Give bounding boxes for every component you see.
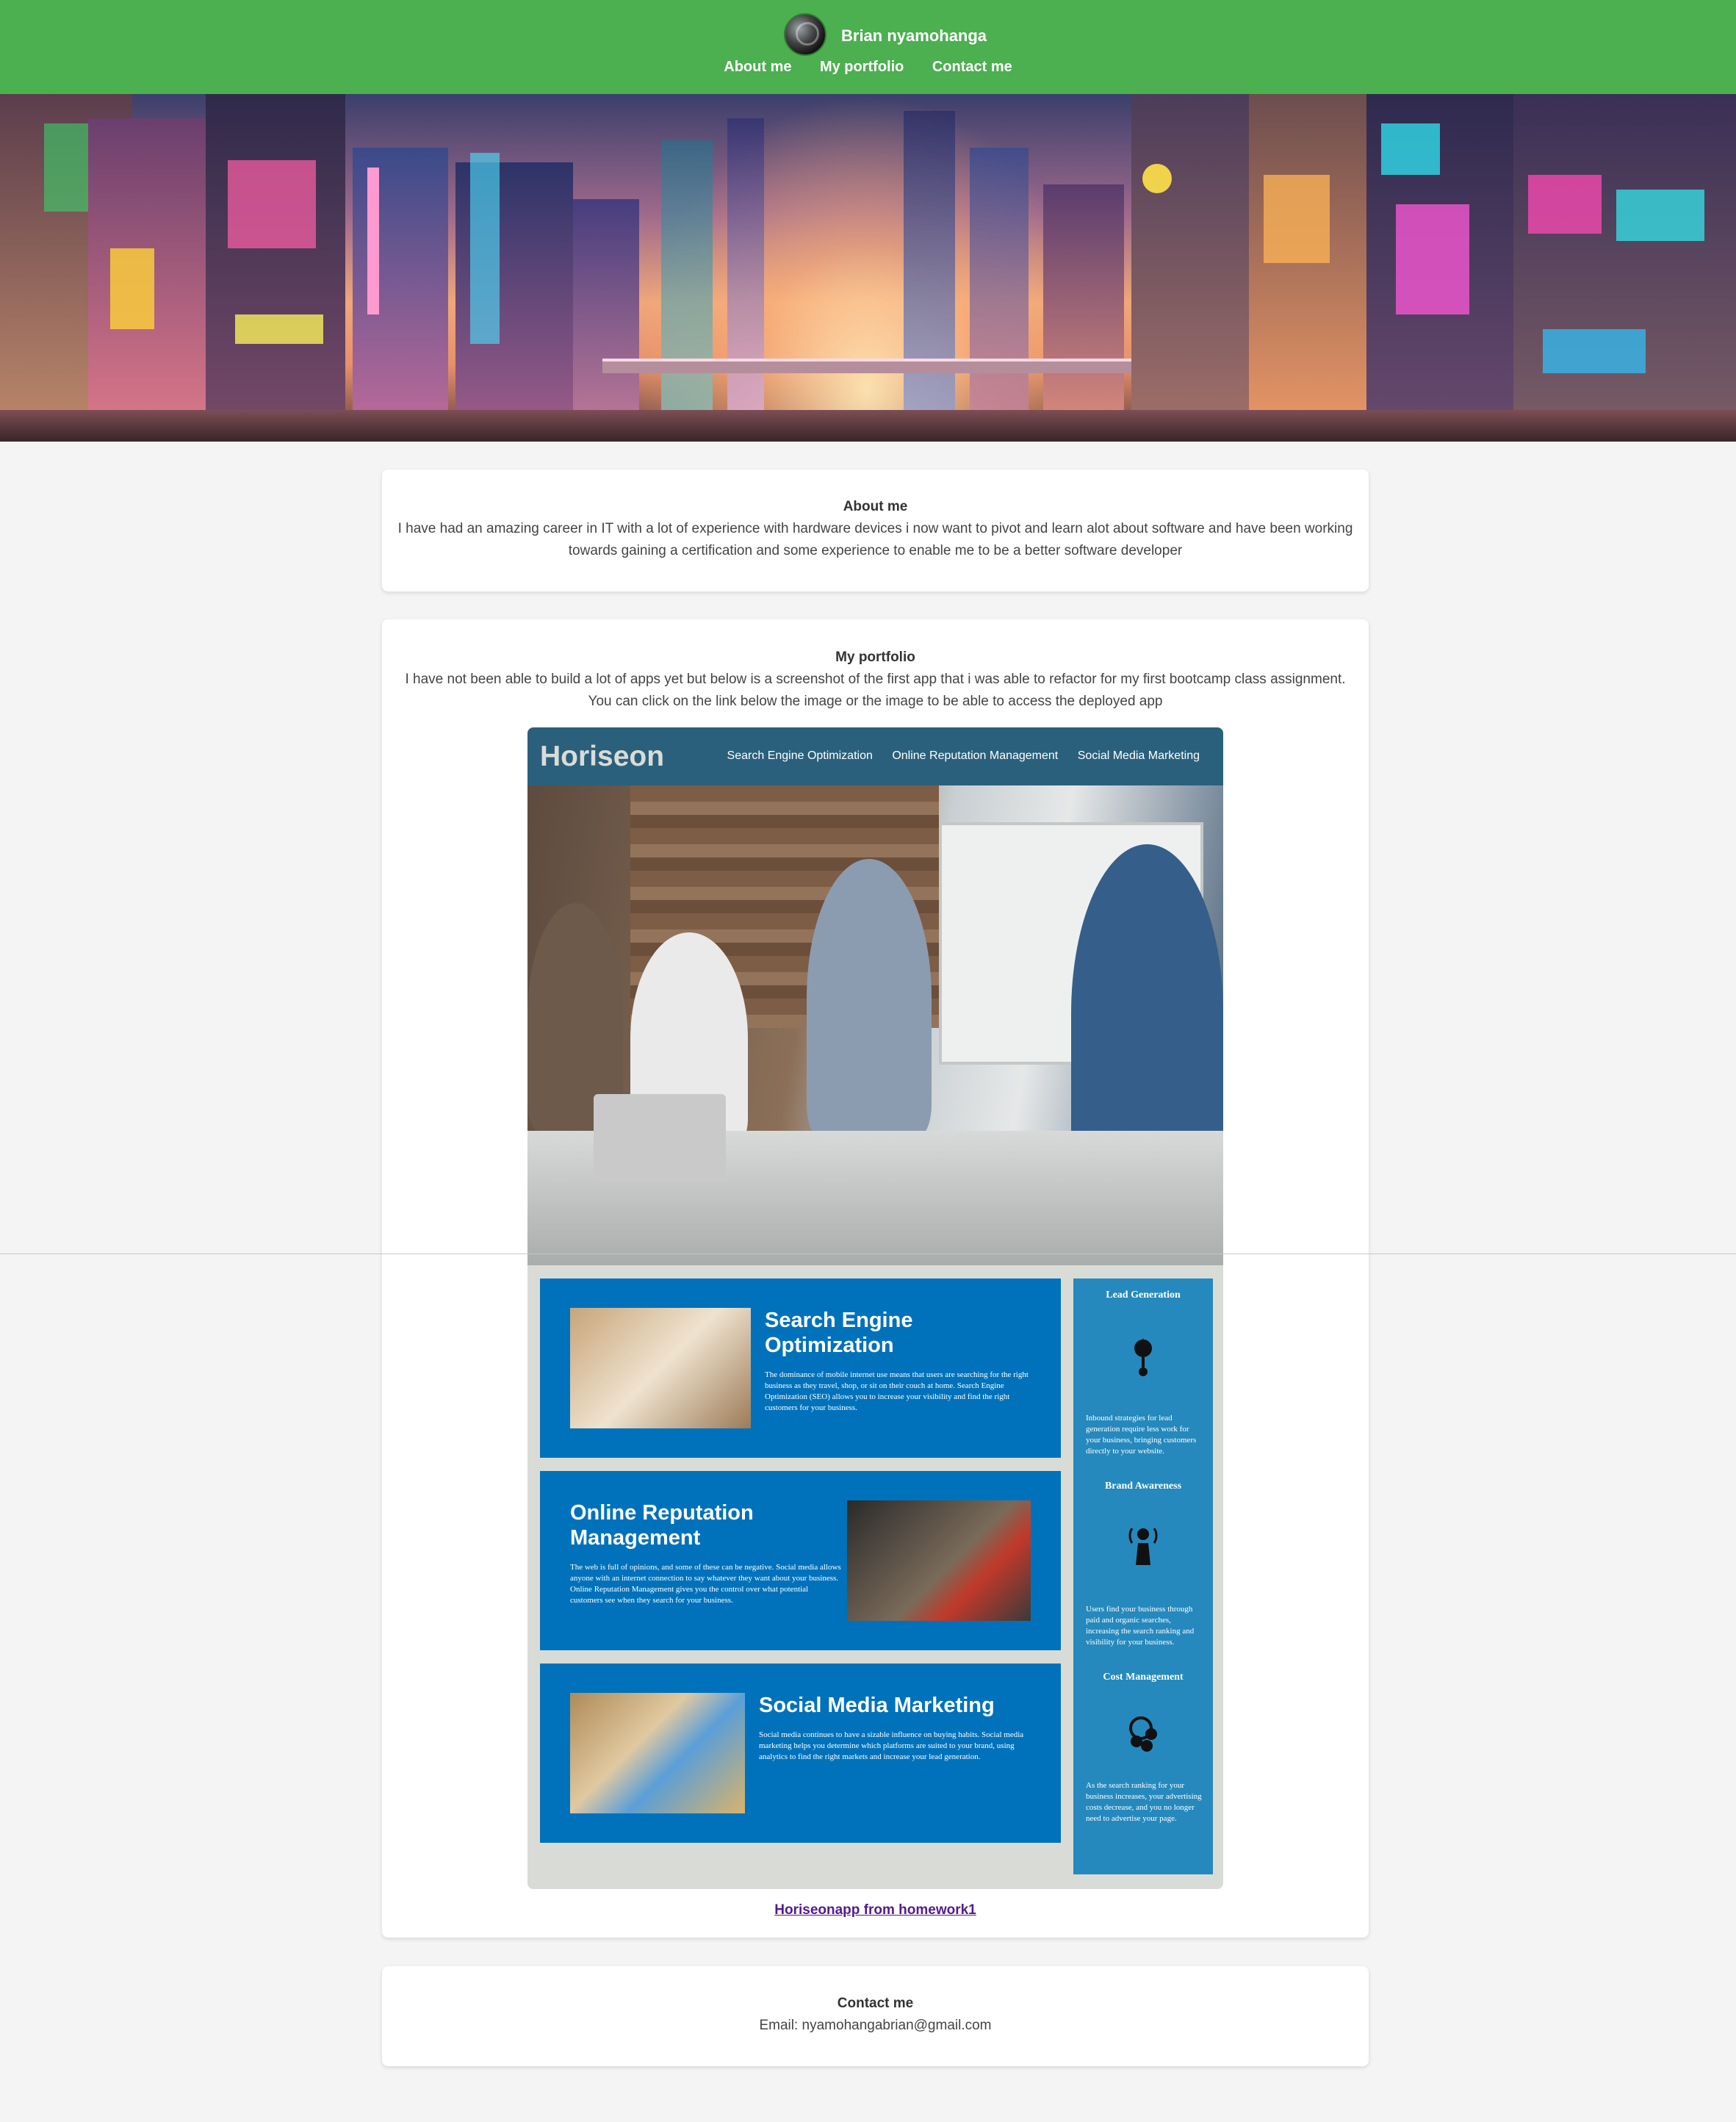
about-title: About me bbox=[843, 499, 908, 514]
benefit-title: Lead Generation bbox=[1106, 1290, 1181, 1301]
horiseon-nav-item: Search Engine Optimization bbox=[727, 749, 873, 762]
seo-title: Search Engine Optimization bbox=[765, 1309, 913, 1357]
brand-awareness-icon bbox=[1128, 1528, 1158, 1565]
benefit-cost-management: Cost Management As the search ranking fo… bbox=[1073, 1672, 1213, 1823]
benefit-title: Brand Awareness bbox=[1104, 1481, 1182, 1492]
horiseon-nav-item: Social Media Marketing bbox=[1077, 749, 1200, 762]
portfolio-text: I have not been able to build a lot of a… bbox=[405, 672, 1346, 709]
portfolio-title: My portfolio bbox=[835, 650, 915, 665]
smm-title: Social Media Marketing bbox=[759, 1694, 995, 1717]
lead-generation-icon bbox=[1134, 1338, 1152, 1376]
benefit-text: Users find your business through paid an… bbox=[1086, 1605, 1195, 1647]
site-owner-name: Brian nyamohanga bbox=[841, 26, 987, 45]
horiseon-orm-section: Online Reputation Management The web is … bbox=[540, 1471, 1061, 1650]
orm-image bbox=[847, 1500, 1031, 1621]
horiseon-smm-section: Social Media Marketing Social media cont… bbox=[540, 1664, 1061, 1843]
horiseon-header: Horiseon Search Engine Optimization Onli… bbox=[527, 727, 1223, 785]
nav-my-portfolio[interactable]: My portfolio bbox=[820, 59, 904, 76]
smm-text: Social media continues to have a sizable… bbox=[759, 1730, 1024, 1761]
portfolio-screenshot-link[interactable]: Horiseon Search Engine Optimization Onli… bbox=[527, 727, 1223, 1889]
seo-text: The dominance of mobile internet use mea… bbox=[765, 1370, 1029, 1412]
benefit-brand-awareness: Brand Awareness Users find your business… bbox=[1073, 1481, 1213, 1647]
benefit-text: Inbound strategies for lead generation r… bbox=[1086, 1414, 1197, 1456]
nav-about-me[interactable]: About me bbox=[724, 59, 791, 76]
hero-bridge bbox=[602, 359, 1131, 373]
nav-contact-me[interactable]: Contact me bbox=[932, 59, 1012, 76]
site-header: Brian nyamohanga About me My portfolio C… bbox=[0, 0, 1736, 94]
horiseon-nav: Search Engine Optimization Online Reputa… bbox=[711, 749, 1200, 763]
horiseon-hero-image bbox=[527, 785, 1223, 1265]
main-nav: About me My portfolio Contact me bbox=[0, 59, 1736, 76]
portfolio-deployed-app-link[interactable]: Horiseonapp from homework1 bbox=[382, 1902, 1369, 1918]
horiseon-logo: Horiseon bbox=[540, 741, 665, 772]
about-section: About me I have had an amazing career in… bbox=[382, 470, 1369, 591]
smm-image bbox=[570, 1693, 745, 1813]
seo-image bbox=[570, 1308, 751, 1428]
benefit-title: Cost Management bbox=[1103, 1672, 1184, 1683]
benefit-lead-generation: Lead Generation Inbound strategies for l… bbox=[1073, 1290, 1213, 1456]
horiseon-benefits-sidebar: Lead Generation Inbound strategies for l… bbox=[1073, 1278, 1213, 1874]
orm-title: Online Reputation Management bbox=[570, 1501, 754, 1550]
horiseon-nav-item: Online Reputation Management bbox=[892, 749, 1059, 762]
profile-avatar bbox=[784, 13, 826, 56]
contact-email: Email: nyamohangabrian@gmail.com bbox=[759, 2018, 992, 2033]
contact-title: Contact me bbox=[837, 1996, 914, 2011]
horiseon-seo-section: Search Engine Optimization The dominance… bbox=[540, 1278, 1061, 1458]
orm-text: The web is full of opinions, and some of… bbox=[570, 1563, 841, 1605]
hero-street bbox=[0, 410, 1736, 442]
benefit-text: As the search ranking for your business … bbox=[1086, 1781, 1202, 1823]
contact-section: Contact me Email: nyamohangabrian@gmail.… bbox=[382, 1966, 1369, 2066]
portfolio-section: My portfolio I have not been able to bui… bbox=[382, 619, 1369, 1938]
about-text: I have had an amazing career in IT with … bbox=[397, 521, 1353, 558]
hero-banner-image bbox=[0, 94, 1736, 442]
cost-management-icon bbox=[1129, 1716, 1157, 1752]
